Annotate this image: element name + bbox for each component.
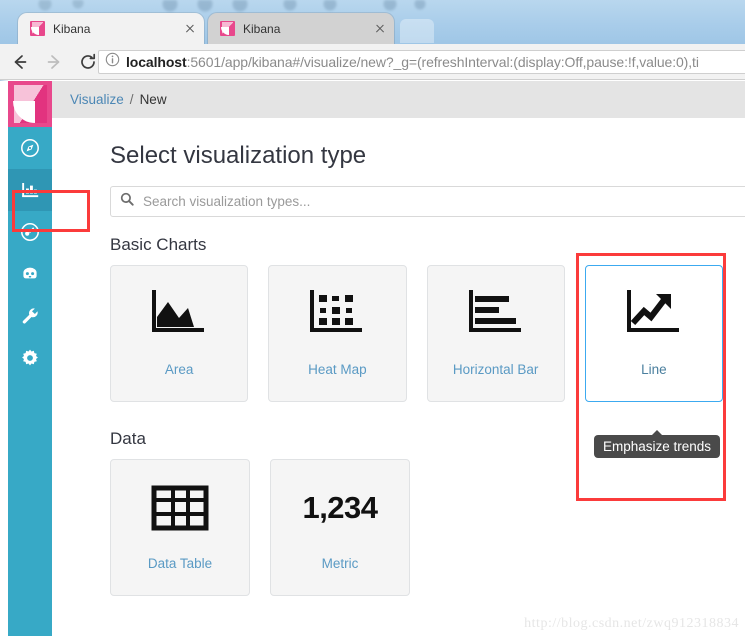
vis-card-data-table[interactable]: Data Table — [110, 459, 250, 596]
kibana-favicon — [220, 21, 235, 36]
metric-number: 1,234 — [302, 460, 378, 556]
address-bar-text: localhost:5601/app/kibana#/visualize/new… — [126, 54, 699, 70]
search-input[interactable] — [141, 193, 740, 210]
sidebar-item-dashboard[interactable] — [8, 211, 52, 253]
tooltip-emphasize-trends: Emphasize trends — [594, 430, 721, 458]
back-arrow-icon[interactable] — [6, 48, 34, 76]
browser-tab-title: Kibana — [53, 21, 91, 36]
sidebar-item-timelion[interactable] — [8, 253, 52, 295]
url-host: localhost — [126, 54, 187, 70]
breadcrumb-visualize[interactable]: Visualize — [70, 92, 124, 107]
vis-card-line[interactable]: Line — [584, 265, 723, 402]
tooltip-arrow — [652, 430, 663, 435]
tooltip-text: Emphasize trends — [603, 439, 712, 454]
kibana-app: Visualize / New Select visualization typ… — [0, 81, 745, 636]
vis-card-metric[interactable]: 1,234 Metric — [270, 459, 410, 596]
browser-toolbar: localhost:5601/app/kibana#/visualize/new… — [0, 44, 745, 80]
horizontal-bar-icon — [465, 266, 527, 362]
desktop-background-blur — [0, 0, 745, 14]
bar-chart-icon — [20, 180, 41, 201]
vis-card-label: Heat Map — [308, 362, 367, 377]
data-table-icon — [151, 460, 209, 556]
vis-card-label: Data Table — [147, 556, 213, 571]
close-icon[interactable] — [372, 21, 388, 37]
breadcrumb: Visualize / New — [52, 81, 745, 118]
sidebar-item-dev-tools[interactable] — [8, 295, 52, 337]
forward-arrow-icon — [40, 48, 68, 76]
line-chart-icon — [623, 266, 685, 362]
search-visualization-types[interactable] — [110, 186, 745, 217]
kibana-logo[interactable] — [8, 81, 52, 127]
area-chart-icon — [148, 266, 210, 362]
section-heading-basic-charts: Basic Charts — [110, 235, 207, 254]
dashboard-gauge-icon — [20, 222, 40, 242]
compass-icon — [20, 138, 40, 158]
browser-window: Kibana Kibana localhost:5601/app/kibana#… — [0, 0, 745, 636]
heat-map-icon — [306, 266, 368, 362]
vis-card-label: Horizontal Bar — [452, 362, 539, 377]
sidebar-item-management[interactable] — [8, 337, 52, 379]
vis-card-label: Line — [641, 362, 667, 377]
browser-tab-strip: Kibana Kibana — [0, 0, 745, 44]
browser-tab-1[interactable]: Kibana — [18, 13, 204, 44]
gear-icon — [20, 348, 40, 368]
wrench-icon — [20, 306, 40, 326]
address-bar[interactable]: localhost:5601/app/kibana#/visualize/new… — [98, 50, 745, 74]
global-nav-sidebar — [8, 81, 52, 636]
sidebar-item-discover[interactable] — [8, 127, 52, 169]
main-content: Select visualization type Basic Charts — [52, 118, 745, 636]
sidebar-item-visualize[interactable] — [8, 169, 52, 211]
vis-card-horizontal-bar[interactable]: Horizontal Bar — [426, 265, 565, 402]
new-tab-button[interactable] — [400, 19, 434, 43]
breadcrumb-current: New — [139, 92, 167, 107]
search-icon — [120, 192, 134, 211]
metric-value: 1,234 — [302, 490, 378, 525]
vis-card-label: Metric — [321, 556, 359, 571]
timelion-icon — [20, 264, 40, 284]
close-icon[interactable] — [182, 21, 198, 37]
browser-tab-2[interactable]: Kibana — [208, 13, 394, 44]
browser-tab-title: Kibana — [243, 21, 281, 36]
basic-charts-card-row: Area Heat Map Horizontal Bar Line — [110, 265, 723, 402]
breadcrumb-separator: / — [129, 92, 134, 107]
page-info-icon[interactable] — [105, 52, 120, 72]
vis-card-area[interactable]: Area — [110, 265, 249, 402]
vis-card-label: Area — [164, 362, 194, 377]
kibana-logo-swoosh — [14, 103, 34, 123]
url-path: :5601/app/kibana#/visualize/new?_g=(refr… — [186, 54, 699, 70]
kibana-favicon — [30, 21, 45, 36]
page-title: Select visualization type — [110, 142, 367, 169]
vis-card-heat-map[interactable]: Heat Map — [268, 265, 407, 402]
data-card-row: Data Table 1,234 Metric — [110, 459, 723, 596]
watermark: http://blog.csdn.net/zwq912318834 — [524, 616, 739, 631]
